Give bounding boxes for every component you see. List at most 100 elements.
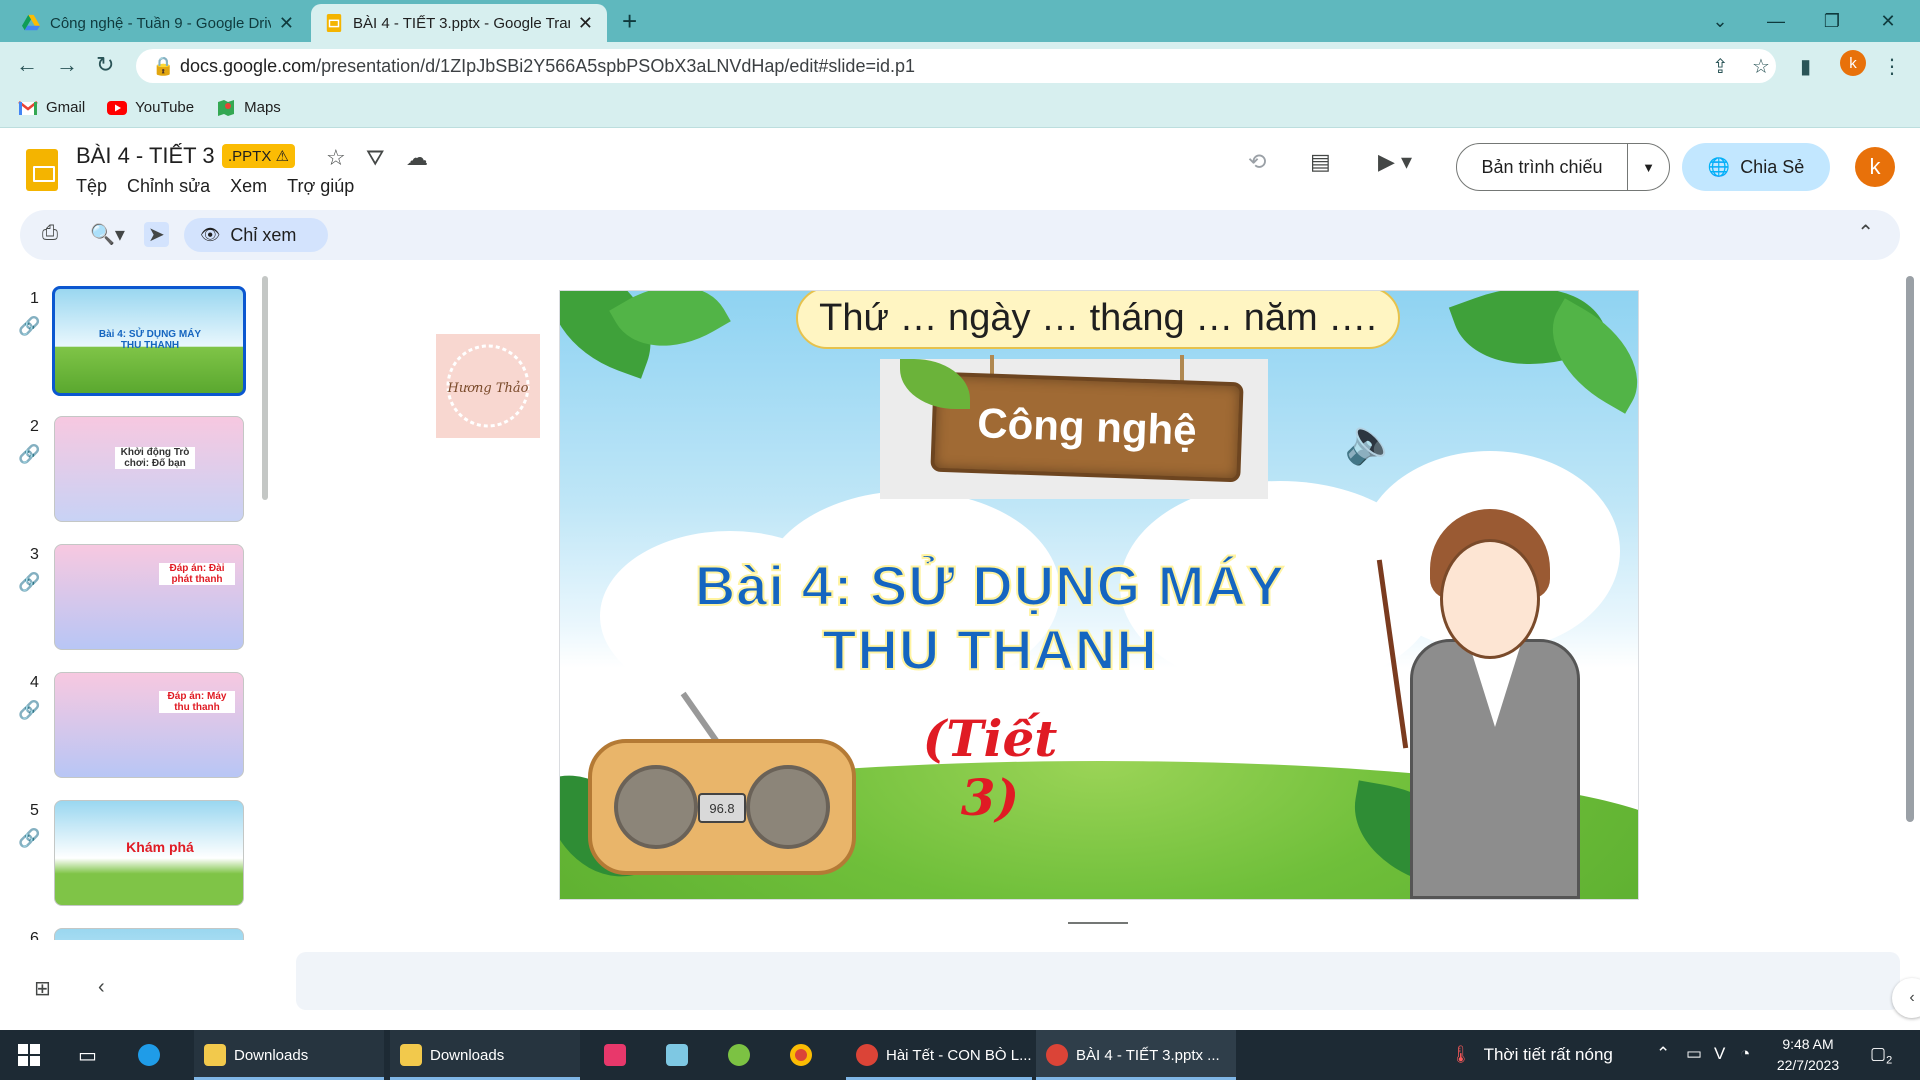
view-only-chip[interactable]: 👁 Chỉ xem [184, 218, 328, 252]
tab-slides[interactable]: BÀI 4 - TIẾT 3.pptx - Google Trang trình… [311, 4, 607, 42]
filmstrip-item[interactable]: 3 🔗 Đáp án: Đài phát thanh [0, 528, 262, 652]
bookmark-youtube[interactable]: YouTube [107, 99, 194, 116]
slide-thumbnail[interactable]: Bài 4: SỬ DỤNG MÁY THU THANH [52, 286, 246, 396]
chrome-icon [856, 1044, 878, 1066]
svg-text:Hương Thảo: Hương Thảo [447, 381, 529, 396]
browser-menu-icon[interactable]: ⋮ [1882, 54, 1902, 79]
slide-number: 5 [30, 802, 39, 819]
slide-thumbnail[interactable]: Đáp án: Đài phát thanh [54, 544, 244, 650]
bookmark-maps[interactable]: Maps [216, 99, 281, 116]
slide-filmstrip: 1 🔗 Bài 4: SỬ DỤNG MÁY THU THANH 2 🔗 Khở… [0, 272, 262, 940]
tab-drive[interactable]: Công nghệ - Tuần 9 - Google Drive ✕ [8, 4, 308, 42]
slide-title-line2: THU THANH [821, 617, 1158, 682]
tray-chevron-icon[interactable]: ⌃ [1656, 1044, 1670, 1064]
collapse-filmstrip-icon[interactable]: ‹ [98, 976, 105, 999]
present-dropdown-icon[interactable]: ▼ [1627, 144, 1669, 190]
main-slide[interactable]: Thứ … ngày … tháng … năm …. Công nghệ 🔈 … [560, 291, 1638, 899]
eye-icon: 👁 [200, 227, 221, 244]
zoom-icon[interactable]: 🔍▾ [90, 222, 125, 247]
notes-app-icon[interactable] [666, 1030, 696, 1080]
tab-title: Công nghệ - Tuần 9 - Google Drive [50, 14, 271, 32]
taskbar-downloads-1[interactable]: Downloads [194, 1030, 384, 1080]
comments-icon[interactable]: ▤ [1310, 149, 1331, 175]
close-icon[interactable]: ✕ [578, 13, 593, 34]
taskbar-chrome-window-2[interactable]: BÀI 4 - TIẾT 3.pptx ... [1036, 1030, 1236, 1080]
chrome-icon[interactable] [790, 1030, 820, 1080]
url-path: /presentation/d/1ZIpJbSBi2Y566A5spbPSObX… [316, 55, 915, 76]
watermark-stamp: Hương Thảo [436, 334, 540, 438]
close-window-button[interactable]: ✕ [1860, 0, 1916, 42]
drive-icon [22, 14, 40, 31]
share-button[interactable]: 🌐 Chia Sẻ [1682, 143, 1830, 191]
language-icon[interactable]: V [1714, 1044, 1725, 1064]
filmstrip-item[interactable]: 6 [0, 912, 262, 940]
profile-avatar[interactable]: k [1840, 50, 1866, 76]
tab-search-icon[interactable]: ⌄ [1692, 0, 1748, 42]
reload-icon[interactable]: ↻ [96, 52, 114, 78]
link-icon: 🔗 [18, 828, 41, 848]
side-panel-icon[interactable]: ▮ [1800, 54, 1811, 79]
menu-view[interactable]: Xem [230, 176, 267, 197]
leaf-decoration [900, 359, 970, 409]
slide-thumbnail[interactable]: Khởi động Trò chơi: Đố bạn [54, 416, 244, 522]
bookmark-star-icon[interactable]: ☆ [1752, 54, 1770, 79]
notification-icon[interactable]: ▢2 [1870, 1044, 1892, 1066]
share-page-icon[interactable]: ⇪ [1712, 54, 1729, 79]
present-label: Bản trình chiếu [1481, 156, 1603, 177]
menu-help[interactable]: Trợ giúp [287, 176, 354, 197]
slide-thumbnail[interactable] [54, 928, 244, 940]
menu-edit[interactable]: Chỉnh sửa [127, 176, 210, 197]
menu-file[interactable]: Tệp [76, 176, 107, 197]
teacher-face [1440, 539, 1540, 659]
close-icon[interactable]: ✕ [279, 13, 294, 34]
filmstrip-item[interactable]: 2 🔗 Khởi động Trò chơi: Đố bạn [0, 400, 262, 524]
taskbar-chrome-window-1[interactable]: Hài Tết - CON BÒ L... [846, 1030, 1032, 1080]
meet-camera-icon[interactable]: ▶ ▾ [1378, 149, 1412, 175]
speaker-icon[interactable]: 🔈 [1344, 415, 1399, 467]
battery-icon[interactable]: ▭ [1686, 1044, 1702, 1064]
present-button[interactable]: Bản trình chiếu ▼ [1456, 143, 1670, 191]
pptx-format-badge[interactable]: .PPTX ⚠ [222, 144, 295, 168]
filmstrip-item[interactable]: 4 🔗 Đáp án: Máy thu thanh [0, 656, 262, 780]
filmstrip-scrollbar[interactable] [262, 276, 268, 500]
filmstrip-item[interactable]: 5 🔗 Khám phá [0, 784, 262, 908]
slides-logo[interactable] [26, 149, 58, 191]
filmstrip-item[interactable]: 1 🔗 Bài 4: SỬ DỤNG MÁY THU THANH [0, 272, 262, 396]
document-title[interactable]: BÀI 4 - TIẾT 3 [76, 143, 215, 169]
weather-widget[interactable]: 🌡 Thời tiết rất nóng [1450, 1030, 1613, 1080]
taskbar-clock[interactable]: 9:48 AM 22/7/2023 [1748, 1034, 1868, 1076]
radio-display: 96.8 [698, 793, 746, 823]
minimize-button[interactable]: — [1748, 0, 1804, 42]
slide-thumbnail[interactable]: Đáp án: Máy thu thanh [54, 672, 244, 778]
grid-view-icon[interactable]: ⊞ [34, 976, 51, 1001]
app-icon[interactable] [728, 1030, 758, 1080]
slide-thumbnail[interactable]: Khám phá [54, 800, 244, 906]
maximize-button[interactable]: ❐ [1804, 0, 1860, 42]
link-icon: 🔗 [18, 572, 41, 592]
windows-start-icon[interactable] [18, 1030, 40, 1080]
taskbar-downloads-2[interactable]: Downloads [390, 1030, 580, 1080]
collapse-toolbar-icon[interactable]: ⌃ [1857, 220, 1874, 245]
show-side-panel-icon[interactable]: ‹ [1892, 978, 1920, 1018]
folder-icon [400, 1044, 422, 1066]
windows-logo [18, 1044, 40, 1066]
new-tab-button[interactable]: + [622, 6, 637, 37]
version-history-icon[interactable]: ⟲ [1248, 149, 1266, 175]
select-pointer-icon[interactable]: ➤ [144, 222, 169, 247]
notes-resize-handle[interactable] [1068, 922, 1128, 924]
move-to-drive-icon[interactable]: ⛛ [366, 145, 384, 171]
address-bar[interactable]: 🔒 docs.google.com /presentation/d/1ZIpJb… [136, 49, 1776, 83]
bookmark-gmail[interactable]: Gmail [18, 99, 85, 116]
edge-icon[interactable] [138, 1030, 168, 1080]
canvas-scrollbar[interactable] [1906, 276, 1914, 822]
cloud-status-icon[interactable]: ☁ [406, 145, 428, 171]
speaker-notes-panel[interactable] [296, 952, 1900, 1010]
star-icon[interactable]: ☆ [326, 145, 346, 171]
back-icon[interactable]: ← [16, 52, 38, 78]
creative-cloud-icon[interactable] [604, 1030, 634, 1080]
account-avatar[interactable]: k [1855, 147, 1895, 187]
task-view-icon[interactable]: ▭ [78, 1030, 97, 1080]
thumbnail-text: Đáp án: Máy thu thanh [159, 691, 235, 713]
print-icon[interactable]: ⎙ [42, 222, 58, 245]
forward-icon[interactable]: → [56, 52, 78, 78]
